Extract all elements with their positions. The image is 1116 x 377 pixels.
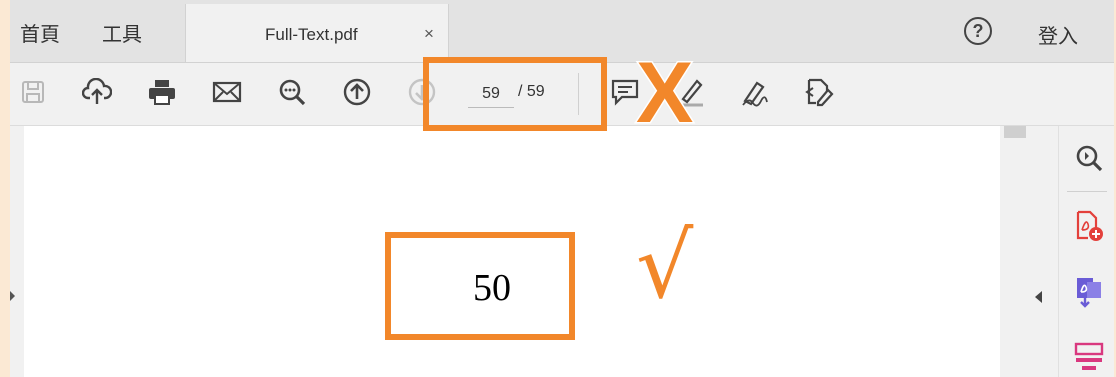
right-tools-panel <box>1058 126 1114 377</box>
right-panel-toggle-icon[interactable] <box>1035 291 1042 303</box>
tab-bar: 首頁 工具 Full-Text.pdf × ? 登入 <box>10 0 1114 63</box>
tab-file[interactable]: Full-Text.pdf × <box>185 4 449 62</box>
left-panel-toggle-icon[interactable] <box>10 291 15 301</box>
highlight-box-page <box>385 232 575 340</box>
save-icon[interactable] <box>16 75 50 109</box>
print-icon[interactable] <box>145 75 179 109</box>
app-window: 首頁 工具 Full-Text.pdf × ? 登入 / <box>10 0 1114 377</box>
create-pdf-icon[interactable] <box>1073 210 1105 242</box>
page-up-icon[interactable] <box>340 75 374 109</box>
tab-filename: Full-Text.pdf <box>265 25 358 44</box>
sign-icon[interactable] <box>737 75 771 109</box>
correct-mark: √ <box>634 214 694 319</box>
edit-pdf-icon[interactable] <box>802 75 836 109</box>
scroll-thumb[interactable] <box>1004 126 1026 138</box>
help-icon[interactable]: ? <box>964 17 992 45</box>
zoom-panel-icon[interactable] <box>1073 142 1105 174</box>
vertical-scrollbar[interactable] <box>1004 126 1028 377</box>
menu-home[interactable]: 首頁 <box>20 18 60 47</box>
login-button[interactable]: 登入 <box>1038 20 1078 49</box>
highlight-box-toolbar <box>423 57 607 131</box>
export-pdf-icon[interactable] <box>1073 276 1105 308</box>
close-icon[interactable]: × <box>424 24 434 44</box>
wrong-mark: X <box>634 45 694 141</box>
panel-separator <box>1067 191 1107 192</box>
cloud-upload-icon[interactable] <box>80 75 114 109</box>
menu-tools[interactable]: 工具 <box>102 18 142 47</box>
organize-pages-icon[interactable] <box>1073 340 1105 372</box>
zoom-search-icon[interactable] <box>275 75 309 109</box>
email-icon[interactable] <box>210 75 244 109</box>
